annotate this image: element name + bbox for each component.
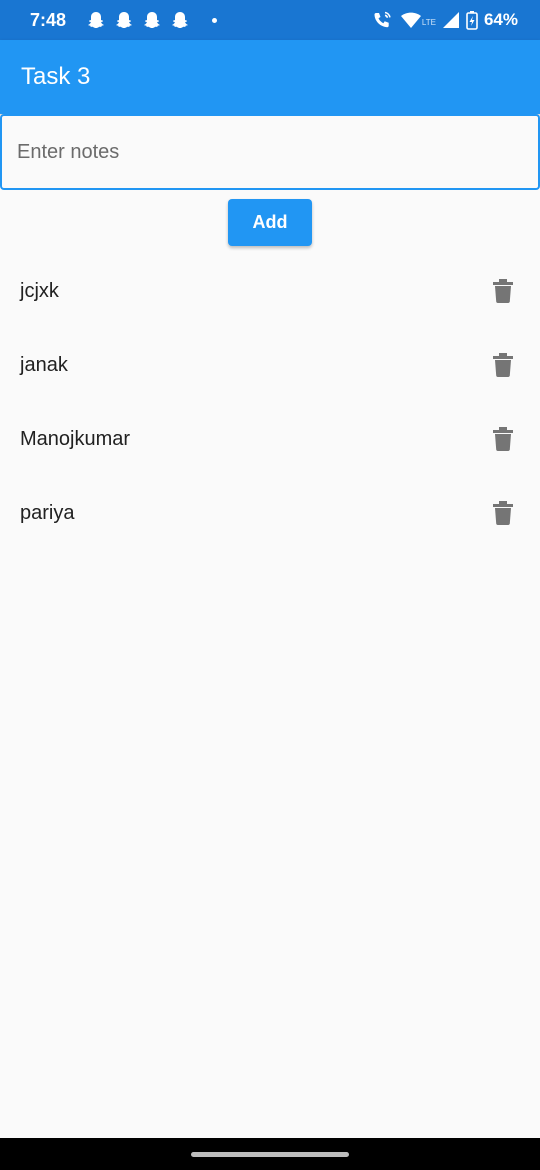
trash-icon bbox=[493, 353, 513, 377]
navigation-bar bbox=[0, 1138, 540, 1170]
wifi-icon bbox=[400, 12, 421, 28]
wifi-call-icon bbox=[374, 11, 391, 28]
delete-button[interactable] bbox=[491, 276, 515, 306]
app-bar: Task 3 bbox=[0, 40, 540, 114]
snapchat-icon bbox=[144, 12, 160, 28]
notification-icons bbox=[86, 10, 218, 30]
status-bar: 7:48 LTE 64% bbox=[0, 0, 540, 40]
list-item: jcjxk bbox=[0, 254, 540, 328]
list-item: Manojkumar bbox=[0, 402, 540, 476]
battery-percentage: 64% bbox=[483, 10, 518, 29]
status-time: 7:48 bbox=[30, 9, 67, 30]
add-button[interactable]: Add bbox=[228, 199, 312, 246]
notes-input[interactable] bbox=[0, 114, 540, 190]
notes-list: jcjxk janak Manojkumar pariya bbox=[0, 254, 540, 550]
more-notifications-dot bbox=[212, 17, 218, 23]
trash-icon bbox=[493, 501, 513, 525]
list-item-label: Manojkumar bbox=[20, 427, 131, 450]
list-item: pariya bbox=[0, 476, 540, 550]
network-type-label: LTE bbox=[421, 18, 436, 27]
status-icons: LTE 64% bbox=[372, 10, 518, 30]
list-item-label: jcjxk bbox=[20, 279, 59, 302]
signal-icon bbox=[442, 12, 459, 28]
snapchat-icon bbox=[88, 12, 104, 28]
snapchat-icon bbox=[116, 12, 132, 28]
trash-icon bbox=[493, 427, 513, 451]
home-indicator[interactable] bbox=[191, 1151, 349, 1157]
trash-icon bbox=[493, 279, 513, 303]
list-item: janak bbox=[0, 328, 540, 402]
page-title: Task 3 bbox=[21, 63, 91, 90]
snapchat-icon bbox=[172, 12, 188, 28]
battery-icon bbox=[466, 11, 478, 30]
delete-button[interactable] bbox=[491, 498, 515, 528]
list-item-label: pariya bbox=[20, 501, 75, 524]
delete-button[interactable] bbox=[491, 424, 515, 454]
list-item-label: janak bbox=[20, 353, 68, 376]
delete-button[interactable] bbox=[491, 350, 515, 380]
